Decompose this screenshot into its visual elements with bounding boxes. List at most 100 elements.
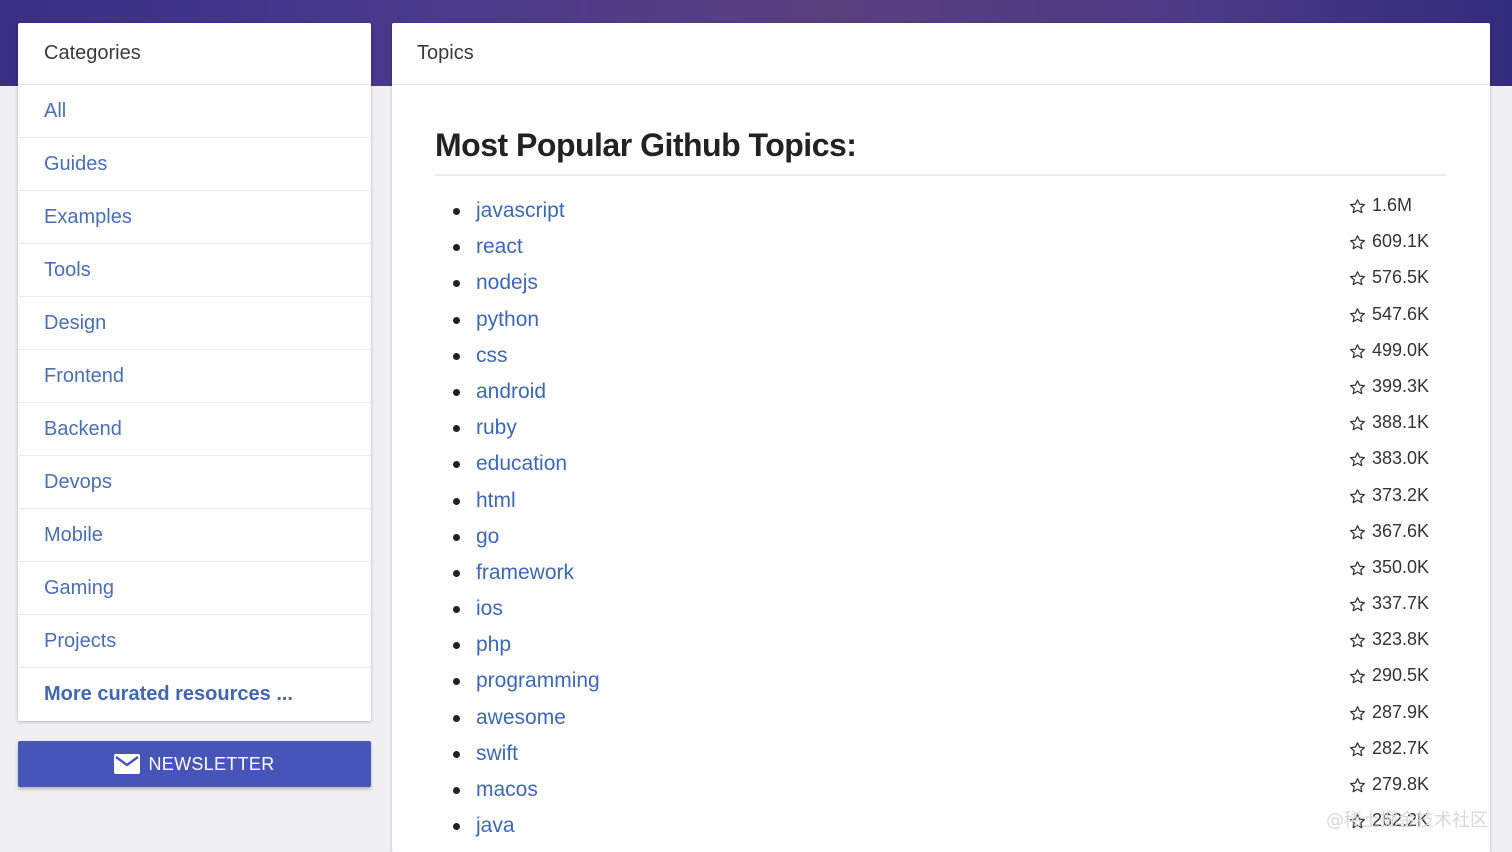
topic-link[interactable]: education bbox=[476, 452, 567, 476]
star-count-value: 576.5K bbox=[1372, 267, 1430, 288]
list-item: programming 290.5K bbox=[435, 664, 1446, 700]
sidebar-item-tools[interactable]: Tools bbox=[18, 244, 371, 297]
bullet-icon bbox=[453, 388, 460, 396]
topic-link[interactable]: react bbox=[476, 235, 523, 259]
star-count: 367.6K bbox=[1349, 521, 1429, 542]
topic-link[interactable]: swift bbox=[476, 742, 518, 766]
star-count: 290.5K bbox=[1349, 665, 1429, 686]
sidebar-item-guides[interactable]: Guides bbox=[18, 138, 371, 191]
bullet-icon bbox=[453, 461, 460, 469]
sidebar-item-examples[interactable]: Examples bbox=[18, 191, 371, 244]
star-icon bbox=[1349, 596, 1366, 613]
newsletter-label: NEWSLETTER bbox=[148, 753, 275, 774]
bullet-icon bbox=[453, 823, 460, 831]
star-count: 282.7K bbox=[1349, 738, 1429, 759]
list-item: javascript 1.6M bbox=[435, 194, 1446, 230]
topic-link[interactable]: framework bbox=[476, 561, 574, 585]
bullet-icon bbox=[453, 497, 460, 505]
star-count: 279.8K bbox=[1349, 774, 1429, 795]
star-count-value: 388.1K bbox=[1372, 412, 1430, 433]
topic-link[interactable]: python bbox=[476, 308, 539, 332]
star-icon bbox=[1349, 668, 1366, 685]
list-item: go 367.6K bbox=[435, 520, 1446, 556]
topic-link[interactable]: ruby bbox=[476, 416, 517, 440]
star-count-value: 367.6K bbox=[1372, 520, 1430, 541]
topic-link[interactable]: css bbox=[476, 344, 508, 368]
sidebar-item-backend[interactable]: Backend bbox=[18, 403, 371, 456]
topic-link[interactable]: macos bbox=[476, 778, 538, 802]
star-count-value: 399.3K bbox=[1372, 375, 1430, 396]
star-count: 337.7K bbox=[1349, 593, 1429, 614]
star-count-value: 337.7K bbox=[1372, 593, 1430, 614]
sidebar-item-design[interactable]: Design bbox=[18, 297, 371, 350]
topic-link[interactable]: android bbox=[476, 380, 546, 404]
topic-link[interactable]: nodejs bbox=[476, 271, 538, 295]
categories-sidebar: Categories All Guides Examples Tools Design F… bbox=[18, 23, 371, 721]
star-icon bbox=[1349, 777, 1366, 794]
list-item: java 262.2K bbox=[435, 809, 1446, 845]
sidebar-item-projects[interactable]: Projects bbox=[18, 615, 371, 668]
bullet-icon bbox=[453, 352, 460, 360]
topic-link[interactable]: ios bbox=[476, 597, 503, 621]
more-resources-link[interactable]: More curated resources ... bbox=[18, 668, 371, 721]
bullet-icon bbox=[453, 787, 460, 794]
list-item: php 323.8K bbox=[435, 628, 1446, 664]
star-count: 323.8K bbox=[1349, 629, 1429, 650]
star-icon bbox=[1349, 524, 1366, 541]
star-icon bbox=[1349, 451, 1366, 468]
bullet-icon bbox=[453, 425, 460, 433]
sidebar-item-all[interactable]: All bbox=[18, 85, 371, 138]
star-count: 373.2K bbox=[1349, 485, 1429, 506]
topic-link[interactable]: go bbox=[476, 525, 499, 549]
bullet-icon bbox=[453, 533, 460, 541]
topic-link[interactable]: awesome bbox=[476, 706, 566, 730]
title-divider bbox=[435, 174, 1446, 176]
page-title: Most Popular Github Topics: bbox=[435, 127, 857, 163]
star-count: 399.3K bbox=[1349, 376, 1429, 397]
topic-link[interactable]: programming bbox=[476, 669, 600, 693]
star-count: 287.9K bbox=[1349, 702, 1429, 723]
list-item: education 383.0K bbox=[435, 447, 1446, 483]
list-item: framework 350.0K bbox=[435, 556, 1446, 592]
star-icon bbox=[1349, 488, 1366, 505]
topic-link[interactable]: html bbox=[476, 489, 516, 513]
bullet-icon bbox=[453, 316, 460, 324]
star-count-value: 1.6M bbox=[1372, 195, 1413, 215]
star-icon bbox=[1349, 415, 1366, 432]
list-item: ruby 388.1K bbox=[435, 411, 1446, 447]
star-icon bbox=[1349, 198, 1366, 215]
star-count: 576.5K bbox=[1349, 267, 1429, 288]
star-count-value: 499.0K bbox=[1372, 339, 1430, 360]
star-count-value: 287.9K bbox=[1372, 701, 1430, 722]
sidebar-item-devops[interactable]: Devops bbox=[18, 456, 371, 509]
star-count-value: 350.0K bbox=[1372, 556, 1430, 577]
star-count-value: 547.6K bbox=[1372, 303, 1430, 324]
sidebar-item-frontend[interactable]: Frontend bbox=[18, 350, 371, 403]
star-icon bbox=[1349, 307, 1366, 324]
list-item: nodejs 576.5K bbox=[435, 266, 1446, 302]
star-count: 350.0K bbox=[1349, 557, 1429, 578]
topic-link[interactable]: php bbox=[476, 633, 511, 657]
newsletter-button[interactable]: NEWSLETTER bbox=[18, 741, 371, 787]
watermark: @稀土掘金技术社区 bbox=[1326, 810, 1488, 831]
topic-list: javascript 1.6M react 609.1K nodejs 576.5K pyt… bbox=[435, 194, 1446, 845]
bullet-icon bbox=[453, 678, 460, 686]
star-icon bbox=[1349, 741, 1366, 758]
list-item: css 499.0K bbox=[435, 339, 1446, 375]
sidebar-item-gaming[interactable]: Gaming bbox=[18, 562, 371, 615]
topics-panel: Topics Most Popular Github Topics: javas… bbox=[392, 23, 1490, 852]
star-icon bbox=[1349, 234, 1366, 251]
topic-link[interactable]: java bbox=[476, 814, 515, 838]
mail-icon bbox=[114, 754, 141, 774]
list-item: awesome 287.9K bbox=[435, 701, 1446, 737]
star-icon bbox=[1349, 270, 1366, 287]
list-item: html 373.2K bbox=[435, 484, 1446, 520]
panel-title: Topics bbox=[392, 23, 1490, 85]
star-count-value: 383.0K bbox=[1372, 448, 1430, 469]
sidebar-item-mobile[interactable]: Mobile bbox=[18, 509, 371, 562]
bullet-icon bbox=[453, 244, 460, 252]
star-count-value: 323.8K bbox=[1372, 629, 1430, 650]
list-item: macos 279.8K bbox=[435, 773, 1446, 809]
topic-link[interactable]: javascript bbox=[476, 199, 565, 223]
star-count: 388.1K bbox=[1349, 412, 1429, 433]
